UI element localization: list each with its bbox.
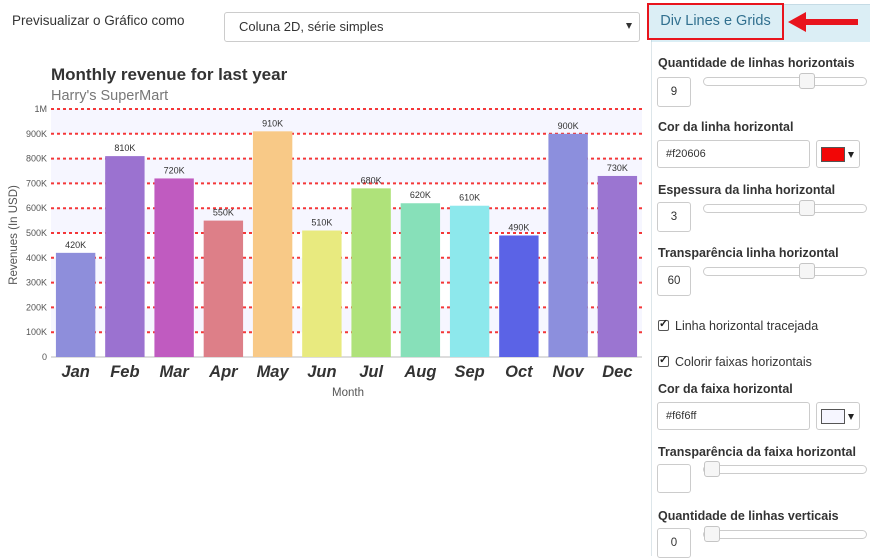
h-line-alpha-label: Transparência linha horizontal [658, 246, 839, 260]
chart-band [51, 109, 642, 134]
slider-handle[interactable] [799, 73, 815, 89]
y-tick-label: 900K [26, 129, 47, 139]
v-lines-count-input[interactable]: 0 [657, 528, 691, 558]
bar-may [252, 131, 293, 357]
h-lines-count-label: Quantidade de linhas horizontais [658, 56, 855, 70]
slider-handle[interactable] [799, 263, 815, 279]
h-line-thickness-label: Espessura da linha horizontal [658, 183, 836, 197]
bar-value-label: 490K [508, 222, 529, 232]
y-tick-label: 100K [26, 327, 47, 337]
h-line-thickness-input[interactable]: 3 [657, 202, 691, 232]
bar-value-label: 900K [558, 121, 579, 131]
band-alpha-label: Transparência da faixa horizontal [658, 445, 856, 459]
band-alpha-input[interactable] [657, 464, 691, 493]
y-tick-label: 700K [26, 178, 47, 188]
h-line-color-picker[interactable] [816, 140, 860, 168]
band-color-input[interactable]: #f6f6ff [657, 402, 810, 430]
x-tick-label: May [257, 363, 290, 381]
bar-jul [351, 188, 391, 357]
bar-value-label: 620K [410, 190, 431, 200]
color-bands-checkbox-row[interactable]: Colorir faixas horizontais [658, 353, 812, 369]
dashed-checkbox-label: Linha horizontal tracejada [675, 319, 819, 333]
h-line-thickness-slider[interactable] [703, 200, 867, 216]
x-tick-label: Dec [602, 363, 632, 381]
slider-handle[interactable] [704, 461, 720, 477]
bar-jan [55, 252, 96, 357]
x-tick-label: Sep [454, 363, 484, 381]
chart-type-select[interactable]: Coluna 2D, série simples [224, 12, 640, 42]
band-alpha-slider[interactable] [703, 461, 867, 477]
slider-handle[interactable] [704, 526, 720, 542]
color-swatch [821, 147, 845, 162]
chart-title: Monthly revenue for last year [51, 65, 288, 84]
h-line-color-input[interactable]: #f20606 [657, 140, 810, 168]
bar-value-label: 510K [311, 218, 332, 228]
color-bands-checkbox[interactable] [658, 353, 669, 367]
y-tick-label: 600K [26, 203, 47, 213]
y-tick-label: 200K [26, 302, 47, 312]
color-bands-checkbox-label: Colorir faixas horizontais [675, 355, 812, 369]
chart-subtitle: Harry's SuperMart [51, 88, 168, 104]
bar-value-label: 610K [459, 193, 480, 203]
sidebar-divider [651, 42, 652, 556]
bar-value-label: 550K [213, 208, 234, 218]
bar-jun [302, 230, 342, 357]
red-arrow-icon [788, 12, 858, 32]
y-tick-label: 500K [26, 228, 47, 238]
revenue-chart: Monthly revenue for last year Harry's Su… [8, 65, 642, 399]
y-tick-label: 800K [26, 154, 47, 164]
bar-oct [499, 235, 539, 357]
h-line-alpha-slider[interactable] [703, 263, 867, 279]
preview-label: Previsualizar o Gráfico como [12, 13, 185, 28]
bar-nov [548, 133, 588, 357]
bar-mar [154, 178, 194, 357]
band-color-label: Cor da faixa horizontal [658, 382, 793, 396]
slider-handle[interactable] [799, 200, 815, 216]
x-tick-label: Jul [359, 363, 383, 381]
h-line-color-label: Cor da linha horizontal [658, 120, 794, 134]
dashed-checkbox[interactable] [658, 317, 669, 331]
bar-value-label: 910K [262, 118, 283, 128]
y-tick-label: 1M [34, 104, 47, 114]
chevron-down-icon [626, 23, 632, 29]
bar-value-label: 730K [607, 163, 628, 173]
chart-xlabel: Month [332, 387, 364, 399]
v-lines-count-slider[interactable] [703, 526, 867, 542]
x-tick-label: Jun [307, 363, 336, 381]
bar-value-label: 680K [361, 175, 382, 185]
dashed-checkbox-row[interactable]: Linha horizontal tracejada [658, 317, 819, 333]
bar-value-label: 720K [164, 165, 185, 175]
bar-value-label: 420K [65, 240, 86, 250]
chart-ylabel: Revenues (In USD) [8, 185, 20, 285]
color-swatch [821, 409, 845, 424]
bar-value-label: 810K [114, 143, 135, 153]
tab-div-lines-grids[interactable]: Div Lines e Grids [647, 3, 784, 40]
caret-down-icon [848, 152, 854, 158]
h-lines-count-slider[interactable] [703, 73, 867, 89]
bar-dec [597, 175, 638, 357]
x-tick-label: Jan [61, 363, 89, 381]
bar-sep [449, 205, 490, 357]
y-tick-label: 0 [42, 352, 47, 362]
bar-apr [203, 220, 244, 357]
bar-aug [400, 203, 441, 357]
x-tick-label: Aug [403, 363, 436, 381]
x-tick-label: Oct [505, 363, 534, 381]
caret-down-icon [848, 414, 854, 420]
y-tick-label: 300K [26, 278, 47, 288]
v-lines-count-label: Quantidade de linhas verticais [658, 509, 839, 523]
chart-y-ticks: 0 100K 200K 300K 400K 500K 600K 700K 800K 900K 1M [26, 104, 47, 362]
x-tick-label: Mar [159, 363, 190, 381]
h-line-alpha-input[interactable]: 60 [657, 266, 691, 296]
x-tick-label: Feb [110, 363, 139, 381]
chart-type-select-value: Coluna 2D, série simples [239, 19, 384, 34]
y-tick-label: 400K [26, 253, 47, 263]
band-color-picker[interactable] [816, 402, 860, 430]
x-tick-label: Nov [553, 363, 585, 381]
h-lines-count-input[interactable]: 9 [657, 77, 691, 107]
x-tick-label: Apr [208, 363, 239, 381]
bar-feb [105, 156, 145, 357]
chart-x-labels: Jan Feb Mar Apr May Jun Jul Aug Sep Oct Nov Dec [61, 363, 632, 381]
